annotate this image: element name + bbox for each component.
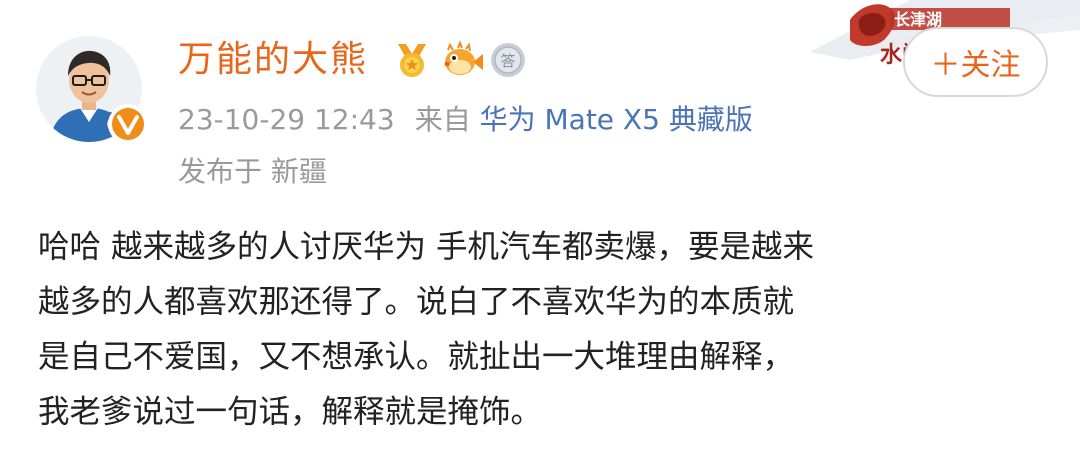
post-text-line: 哈哈 越来越多的人讨厌华为 手机汽车都卖爆，要是越来 (38, 229, 815, 265)
post-timestamp[interactable]: 23-10-29 12:43 (178, 103, 395, 136)
source-prefix: 来自 (414, 103, 471, 136)
post-text-line: 是自己不爱国，又不想承认。就扯出一大堆理由解释， (38, 339, 795, 375)
user-avatar[interactable] (36, 36, 148, 144)
post-text: 哈哈 越来越多的人讨厌华为 手机汽车都卖爆，要是越来 越多的人都喜欢那还得了。说… (38, 220, 1048, 440)
post-meta: 23-10-29 12:43 来自 华为 Mate X5 典藏版 (178, 100, 753, 140)
answer-badge-glyph: 答 (500, 52, 515, 70)
post-text-line: 越多的人都喜欢那还得了。说白了不喜欢华为的本质就 (38, 284, 795, 320)
post-location: 发布于 新疆 (178, 155, 327, 188)
post-text-line: 我老爹说过一句话，解释就是掩饰。 (38, 394, 543, 430)
weibo-post-card: 长津湖 水门 万能的大熊 答 ＋关注 23-10-29 12:43 来自 华为 … (0, 0, 1080, 473)
follow-button[interactable]: ＋关注 (903, 27, 1048, 97)
pufferfish-badge-icon[interactable] (440, 40, 483, 80)
silver-answer-badge-icon[interactable]: 答 (488, 40, 528, 80)
gold-medal-badge-icon[interactable] (392, 40, 432, 80)
source-device-link[interactable]: 华为 Mate X5 典藏版 (480, 103, 753, 136)
user-badges: 答 (392, 38, 528, 82)
verified-badge-icon (106, 102, 150, 146)
username-link[interactable]: 万能的大熊 (178, 36, 368, 84)
